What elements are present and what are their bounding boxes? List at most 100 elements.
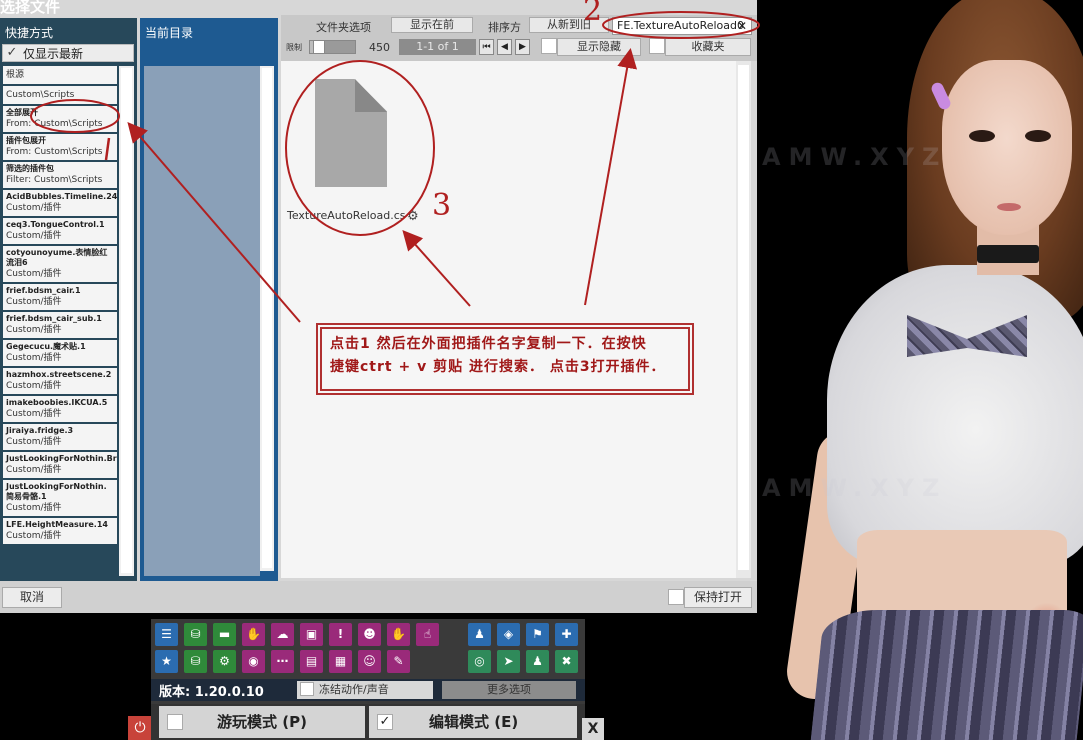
gear-box-icon[interactable]: ⚙ <box>213 650 236 673</box>
directory-scrollbar[interactable] <box>260 66 274 571</box>
shortcut-item[interactable]: 全部展开 From: Custom\Scripts <box>3 106 117 134</box>
save-icon[interactable]: ⛁ <box>184 623 207 646</box>
shortcut-path: Custom/插件 <box>6 465 62 475</box>
shortcut-name: imakeboobies.IKCUA.5 <box>6 398 108 407</box>
clear-search-icon[interactable]: ✕ <box>737 18 747 34</box>
shortcut-path: Custom/插件 <box>6 297 62 307</box>
shortcut-name: JustLookingForNothin.Breathing_Deluxe_Pl… <box>6 454 117 463</box>
shortcut-item[interactable]: 筛选的插件包 Filter: Custom\Scripts <box>3 162 117 190</box>
person-icon[interactable]: ♟ <box>468 623 491 646</box>
edit-mode-button[interactable]: ✓ 编辑模式 (E) <box>369 706 577 738</box>
menu-icon[interactable]: ☰ <box>155 623 178 646</box>
play-mode-button[interactable]: 游玩模式 (P) <box>159 706 365 738</box>
cursor-icon[interactable]: ➤ <box>497 650 520 673</box>
shortcut-name: frief.bdsm_cair_sub.1 <box>6 314 102 323</box>
search-input[interactable]: FE.TextureAutoReload0 ✕ <box>612 17 752 35</box>
show-first-button[interactable]: 显示在前 <box>391 17 473 33</box>
tools-icon[interactable]: ✖ <box>555 650 578 673</box>
watermark: AMW.XYZ <box>762 474 948 502</box>
hand-red-icon[interactable]: ✋ <box>242 623 265 646</box>
keep-open-checkbox[interactable] <box>668 589 684 605</box>
shortcut-item[interactable]: frief.bdsm_cair_sub.1 Custom/插件 <box>3 312 117 340</box>
dialog-bottom-bar: 取消 保持打开 <box>0 581 757 613</box>
shortcut-item[interactable]: JustLookingForNothin.简易骨骼.1 Custom/插件 <box>3 480 117 518</box>
limit-slider[interactable] <box>309 40 356 54</box>
favorites-label[interactable]: 收藏夹 <box>665 38 751 56</box>
more-options-button[interactable]: 更多选项 <box>442 681 576 699</box>
camera-icon[interactable]: ◉ <box>242 650 265 673</box>
shortcut-scrollbar[interactable] <box>119 66 134 576</box>
wrench-hand-icon[interactable]: ✎ <box>387 650 410 673</box>
shortcut-path: Custom\Scripts <box>6 90 75 100</box>
shortcut-name: ceq3.TongueControl.1 <box>6 220 105 229</box>
plus-icon[interactable]: ✚ <box>555 623 578 646</box>
prev-page-icon[interactable]: ◀ <box>497 39 512 55</box>
shortcut-item[interactable]: Gegecucu.魔术贴.1 Custom/插件 <box>3 340 117 368</box>
character-shirt <box>827 265 1083 565</box>
file-scrollbar[interactable] <box>736 61 751 578</box>
favorites-checkbox[interactable] <box>649 38 665 54</box>
show-hidden-label[interactable]: 显示隐藏 <box>557 38 641 56</box>
power-icon[interactable]: ⏻ <box>128 716 152 740</box>
share-icon[interactable]: ⋯ <box>271 650 294 673</box>
shortcut-path: Custom/插件 <box>6 503 62 513</box>
current-directory-panel: 当前目录 <box>140 18 278 581</box>
shortcut-item[interactable]: hazmhox.streetscene.2 Custom/插件 <box>3 368 117 396</box>
freeze-checkbox[interactable] <box>300 682 314 696</box>
only-latest-toggle[interactable]: ✓ 仅显示最新 <box>2 44 134 62</box>
shortcut-item[interactable]: LFE.HeightMeasure.14 Custom/插件 <box>3 518 117 546</box>
checkmark-icon: ✓ <box>6 45 18 60</box>
scroll-thumb[interactable] <box>121 68 132 573</box>
current-directory-title: 当前目录 <box>145 26 194 40</box>
save-scene-icon[interactable]: ⛁ <box>184 650 207 673</box>
play-mode-checkbox[interactable] <box>167 714 183 730</box>
scroll-thumb[interactable] <box>738 65 749 570</box>
next-page-icon[interactable]: ▶ <box>515 39 530 55</box>
shortcut-item[interactable]: 插件包展开 From: Custom\Scripts <box>3 134 117 162</box>
checkmark-icon[interactable]: ✓ <box>377 714 393 730</box>
folder-options-label: 文件夹选项 <box>316 21 371 34</box>
target-icon[interactable]: ◎ <box>468 650 491 673</box>
person-add-icon[interactable]: ☺ <box>358 650 381 673</box>
flag-icon[interactable]: ⚑ <box>526 623 549 646</box>
annotation-number-2: 2 <box>583 0 603 28</box>
shortcut-path: From: Custom\Scripts <box>6 119 103 129</box>
open-box-icon[interactable]: ▤ <box>300 650 323 673</box>
shortcut-item[interactable]: Jiraiya.fridge.3 Custom/插件 <box>3 424 117 452</box>
shortcut-name: JustLookingForNothin.简易骨骼.1 <box>6 482 107 501</box>
person-settings-icon[interactable]: ☻ <box>358 623 381 646</box>
shortcut-item[interactable]: cotyounoyume.表情脸红流泪6 Custom/插件 <box>3 246 117 284</box>
point-icon[interactable]: ☝ <box>416 623 439 646</box>
limit-slider-knob[interactable] <box>312 40 325 54</box>
shortcut-item[interactable]: ceq3.TongueControl.1 Custom/插件 <box>3 218 117 246</box>
alert-icon[interactable]: ! <box>329 623 352 646</box>
shortcut-list: 根源 Custom\Scripts 全部展开 From: Custom\Scripts… <box>3 66 117 581</box>
dialog-title: 选择文件 <box>0 0 61 16</box>
shortcut-item[interactable]: AcidBubbles.Timeline.249 Custom/插件 <box>3 190 117 218</box>
box-icon[interactable]: ▣ <box>300 623 323 646</box>
cancel-button[interactable]: 取消 <box>2 587 62 608</box>
shortcut-item[interactable]: JustLookingForNothin.Breathing_Deluxe_Pl… <box>3 452 117 480</box>
shortcut-item[interactable]: imakeboobies.IKCUA.5 Custom/插件 <box>3 396 117 424</box>
folder-icon[interactable]: ▬ <box>213 623 236 646</box>
star-icon[interactable]: ★ <box>155 650 178 673</box>
shortcut-item[interactable]: frief.bdsm_cair.1 Custom/插件 <box>3 284 117 312</box>
file-browser-area: TextureAutoReload.cs ⚙ <box>281 61 751 578</box>
close-button[interactable]: X <box>582 718 604 740</box>
unity-icon[interactable]: ◈ <box>497 623 520 646</box>
shortcut-item[interactable]: 根源 <box>3 66 117 86</box>
people-icon[interactable]: ♟ <box>526 650 549 673</box>
keep-open-button[interactable]: 保持打开 <box>684 587 752 608</box>
grab-icon[interactable]: ✋ <box>387 623 410 646</box>
file-item[interactable]: TextureAutoReload.cs ⚙ <box>287 69 419 229</box>
first-page-icon[interactable]: ⏮ <box>479 39 494 55</box>
show-hidden-checkbox[interactable] <box>541 38 557 54</box>
document-icon[interactable]: ▦ <box>329 650 352 673</box>
shortcut-name: cotyounoyume.表情脸红流泪6 <box>6 248 108 267</box>
gear-icon[interactable]: ⚙ <box>407 209 419 224</box>
freeze-toggle[interactable]: 冻结动作/声音 <box>297 681 433 699</box>
scroll-thumb[interactable] <box>262 68 272 568</box>
cloud-icon[interactable]: ☁ <box>271 623 294 646</box>
search-value: FE.TextureAutoReload0 <box>617 19 745 32</box>
shortcut-item[interactable]: Custom\Scripts <box>3 86 117 106</box>
